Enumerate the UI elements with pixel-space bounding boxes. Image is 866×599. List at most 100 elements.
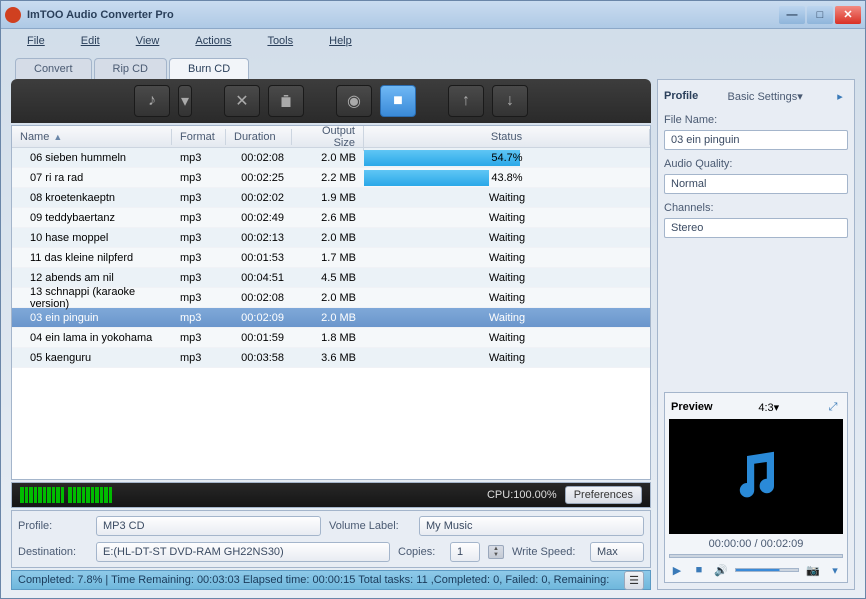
- add-dropdown-button[interactable]: ▾: [178, 85, 192, 117]
- tabs: Convert Rip CD Burn CD: [1, 53, 865, 79]
- col-size[interactable]: Output Size: [292, 125, 364, 151]
- tab-rip-cd[interactable]: Rip CD: [94, 58, 167, 79]
- col-format[interactable]: Format: [172, 129, 226, 145]
- cell-format: mp3: [172, 150, 226, 166]
- col-status[interactable]: Status: [364, 129, 650, 145]
- cell-name: 07 ri ra rad: [12, 170, 172, 186]
- aspect-ratio-toggle[interactable]: 4:3▾: [758, 401, 779, 414]
- table-row[interactable]: 05 kaengurump300:03:583.6 MBWaiting: [12, 348, 650, 368]
- menu-edit[interactable]: Edit: [63, 33, 118, 49]
- minimize-button[interactable]: —: [779, 6, 805, 24]
- burn-button[interactable]: ◉: [336, 85, 372, 117]
- cell-size: 2.0 MB: [292, 230, 364, 246]
- quality-label: Audio Quality:: [664, 158, 848, 170]
- preview-title: Preview: [671, 401, 713, 413]
- cell-size: 1.7 MB: [292, 250, 364, 266]
- cell-status: 54.7%: [364, 150, 650, 166]
- remove-button[interactable]: ✕: [224, 85, 260, 117]
- play-button[interactable]: ▶: [669, 562, 685, 578]
- add-music-button[interactable]: ♪: [134, 85, 170, 117]
- quality-select[interactable]: Normal: [664, 174, 848, 194]
- table-row[interactable]: 13 schnappi (karaoke version)mp300:02:08…: [12, 288, 650, 308]
- snapshot-button[interactable]: 📷: [805, 562, 821, 578]
- table-row[interactable]: 07 ri ra radmp300:02:252.2 MB43.8%: [12, 168, 650, 188]
- cell-size: 1.8 MB: [292, 330, 364, 346]
- basic-settings-toggle[interactable]: Basic Settings▾: [728, 90, 803, 103]
- profile-label: Profile:: [18, 520, 88, 532]
- cpu-meter: [20, 487, 112, 503]
- tab-burn-cd[interactable]: Burn CD: [169, 58, 249, 79]
- menu-view[interactable]: View: [118, 33, 178, 49]
- table-row[interactable]: 09 teddybaertanzmp300:02:492.6 MBWaiting: [12, 208, 650, 228]
- cell-duration: 00:02:08: [226, 290, 292, 306]
- cell-duration: 00:02:08: [226, 150, 292, 166]
- cell-format: mp3: [172, 270, 226, 286]
- cell-name: 08 kroetenkaeptn: [12, 190, 172, 206]
- cell-size: 4.5 MB: [292, 270, 364, 286]
- cell-name: 05 kaenguru: [12, 350, 172, 366]
- menu-tools[interactable]: Tools: [249, 33, 311, 49]
- menu-file[interactable]: File: [9, 33, 63, 49]
- table-row[interactable]: 04 ein lama in yokohamamp300:01:591.8 MB…: [12, 328, 650, 348]
- volume-icon[interactable]: 🔊: [713, 562, 729, 578]
- cell-format: mp3: [172, 330, 226, 346]
- more-button[interactable]: ▾: [827, 562, 843, 578]
- cell-name: 11 das kleine nilpferd: [12, 250, 172, 266]
- cell-duration: 00:01:59: [226, 330, 292, 346]
- titlebar[interactable]: ImTOO Audio Converter Pro — □ ✕: [1, 1, 865, 29]
- cell-size: 2.0 MB: [292, 150, 364, 166]
- cell-duration: 00:04:51: [226, 270, 292, 286]
- close-button[interactable]: ✕: [835, 6, 861, 24]
- cell-format: mp3: [172, 210, 226, 226]
- destination-select[interactable]: E:(HL-DT-ST DVD-RAM GH22NS30): [96, 542, 390, 562]
- table-row[interactable]: 10 hase moppelmp300:02:132.0 MBWaiting: [12, 228, 650, 248]
- cell-format: mp3: [172, 290, 226, 306]
- copies-input[interactable]: 1: [450, 542, 480, 562]
- filename-input[interactable]: 03 ein pinguin: [664, 130, 848, 150]
- cell-status: Waiting: [364, 290, 650, 306]
- copies-label: Copies:: [398, 546, 442, 558]
- cell-format: mp3: [172, 310, 226, 326]
- cell-duration: 00:02:09: [226, 310, 292, 326]
- menu-actions[interactable]: Actions: [177, 33, 249, 49]
- maximize-button[interactable]: □: [807, 6, 833, 24]
- profile-next-icon[interactable]: ▸: [832, 88, 848, 104]
- col-duration[interactable]: Duration: [226, 129, 292, 145]
- cell-format: mp3: [172, 250, 226, 266]
- col-name[interactable]: Name▲: [12, 129, 172, 145]
- cell-status: Waiting: [364, 210, 650, 226]
- stop-preview-button[interactable]: ■: [691, 562, 707, 578]
- cell-duration: 00:02:25: [226, 170, 292, 186]
- volume-label-input[interactable]: My Music: [419, 516, 644, 536]
- channels-select[interactable]: Stereo: [664, 218, 848, 238]
- file-table[interactable]: Name▲ Format Duration Output Size Status…: [11, 125, 651, 480]
- move-down-button[interactable]: ↓: [492, 85, 528, 117]
- menu-help[interactable]: Help: [311, 33, 370, 49]
- cpu-bar: CPU:100.00% Preferences: [11, 482, 651, 508]
- table-row[interactable]: 08 kroetenkaeptnmp300:02:021.9 MBWaiting: [12, 188, 650, 208]
- cell-duration: 00:02:13: [226, 230, 292, 246]
- move-up-button[interactable]: ↑: [448, 85, 484, 117]
- copies-stepper[interactable]: ▲▼: [488, 545, 504, 559]
- preview-canvas: [669, 419, 843, 534]
- table-row[interactable]: 03 ein pinguinmp300:02:092.0 MBWaiting: [12, 308, 650, 328]
- stop-button[interactable]: ■: [380, 85, 416, 117]
- writespeed-select[interactable]: Max: [590, 542, 644, 562]
- delete-button[interactable]: [268, 85, 304, 117]
- tab-convert[interactable]: Convert: [15, 58, 92, 79]
- table-row[interactable]: 06 sieben hummelnmp300:02:082.0 MB54.7%: [12, 148, 650, 168]
- volume-slider[interactable]: [735, 568, 799, 572]
- preferences-button[interactable]: Preferences: [565, 486, 642, 504]
- fullscreen-icon[interactable]: ⤢: [825, 399, 841, 415]
- profile-panel: Profile Basic Settings▾ ▸ File Name: 03 …: [657, 79, 855, 590]
- table-row[interactable]: 11 das kleine nilpferdmp300:01:531.7 MBW…: [12, 248, 650, 268]
- app-icon: [5, 7, 21, 23]
- profile-select[interactable]: MP3 CD: [96, 516, 321, 536]
- preview-panel: Preview 4:3▾ ⤢ 00:00:00 / 00:02:09 ▶ ■ 🔊: [664, 392, 848, 583]
- status-list-button[interactable]: ☰: [624, 571, 644, 590]
- cell-format: mp3: [172, 190, 226, 206]
- cell-status: Waiting: [364, 270, 650, 286]
- volume-label-label: Volume Label:: [329, 520, 411, 532]
- cell-format: mp3: [172, 230, 226, 246]
- seek-slider[interactable]: [669, 554, 843, 558]
